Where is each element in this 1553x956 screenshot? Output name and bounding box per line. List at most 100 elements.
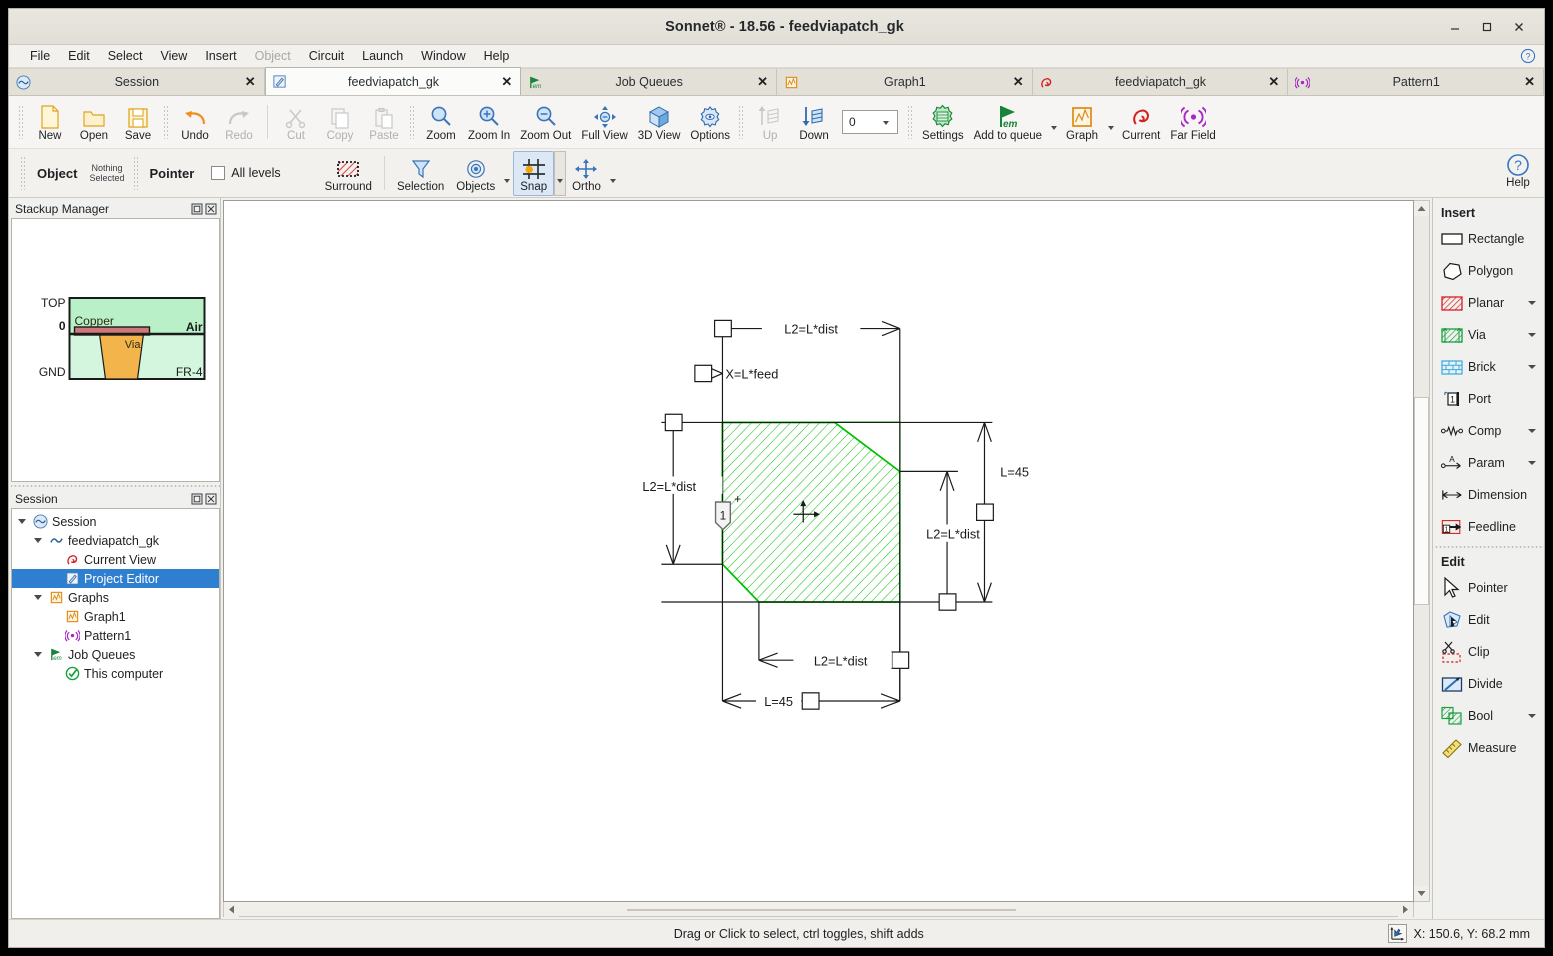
dimension-top-horizontal[interactable]: L2=L*dist (713, 319, 900, 338)
open-button[interactable]: Open (72, 98, 116, 147)
stackup-canvas[interactable]: TOP 0 GND Copper Air Via FR-4 (11, 218, 220, 482)
close-button[interactable] (1504, 14, 1534, 40)
tree-item-session[interactable]: Session (12, 512, 219, 531)
dock-splitter[interactable] (11, 482, 220, 490)
add-to-queue-button[interactable]: em Add to queue (969, 98, 1047, 147)
scroll-up-arrow[interactable] (1414, 201, 1429, 216)
checkbox-box[interactable] (211, 166, 226, 180)
ortho-split-button[interactable]: Ortho (566, 151, 619, 196)
canvas-horizontal-scrollbar[interactable] (223, 901, 1414, 917)
edit-bool[interactable]: Bool (1433, 700, 1544, 732)
menu-view[interactable]: View (151, 47, 196, 65)
insert-comp[interactable]: Comp (1433, 415, 1544, 447)
tab-close-icon[interactable]: ✕ (1266, 74, 1281, 90)
vertical-scroll-track[interactable] (1414, 216, 1429, 886)
zoom-button[interactable]: Zoom (419, 98, 463, 147)
insert-param[interactable]: A Param (1433, 447, 1544, 479)
tab-graph1[interactable]: Graph1 ✕ (777, 68, 1033, 95)
tab-close-icon[interactable]: ✕ (243, 74, 258, 90)
settings-button[interactable]: Settings (917, 98, 969, 147)
menu-file[interactable]: File (21, 47, 59, 65)
tab-session[interactable]: Session ✕ (9, 68, 265, 95)
insert-port[interactable]: 1 Port (1433, 383, 1544, 415)
canvas-vertical-scrollbar[interactable] (1414, 200, 1430, 902)
layout-canvas[interactable]: L2=L*dist X=L*feed L2=L*dist L2=L*dist L… (223, 200, 1414, 902)
tree-item-job-queues[interactable]: em Job Queues (12, 645, 219, 664)
snap-split-button[interactable]: Snap (513, 150, 567, 196)
dimension-bottom-inner-horizontal[interactable]: L2=L*dist (758, 651, 910, 669)
float-panel-icon[interactable] (190, 202, 204, 216)
chevron-down-icon[interactable] (1528, 461, 1536, 465)
graph-button[interactable]: Graph (1060, 98, 1104, 147)
edit-clip[interactable]: Clip (1433, 636, 1544, 668)
selection-button[interactable]: Selection (391, 151, 450, 196)
menu-circuit[interactable]: Circuit (300, 47, 353, 65)
toolbar-grip[interactable] (409, 105, 416, 139)
help-button[interactable]: ? Help (1506, 153, 1530, 189)
maximize-button[interactable] (1472, 14, 1502, 40)
scroll-left-arrow[interactable] (224, 901, 239, 917)
insert-planar[interactable]: Planar (1433, 287, 1544, 319)
dimension-right-outer-vertical[interactable]: L=45 (976, 422, 1042, 603)
help-circle-icon[interactable]: ? (1520, 48, 1536, 64)
scroll-right-arrow[interactable] (1398, 901, 1413, 917)
close-panel-icon[interactable] (204, 202, 218, 216)
insert-rectangle[interactable]: Rectangle (1433, 223, 1544, 255)
tree-item-current-view[interactable]: Current View (12, 550, 219, 569)
tab-close-icon[interactable]: ✕ (1011, 74, 1026, 90)
session-tree-container[interactable]: Session feedviapatch_gk Current View Pro… (11, 508, 220, 919)
scroll-down-arrow[interactable] (1414, 886, 1429, 901)
undo-button[interactable]: Undo (173, 98, 217, 147)
toolbar-grip[interactable] (738, 105, 746, 139)
insert-via[interactable]: Via (1433, 319, 1544, 351)
new-button[interactable]: New (28, 98, 72, 147)
tab-close-icon[interactable]: ✕ (755, 74, 770, 90)
menu-launch[interactable]: Launch (353, 47, 412, 65)
options-button[interactable]: Options (685, 98, 735, 147)
snap-button[interactable]: Snap (513, 150, 555, 196)
tab-close-icon[interactable]: ✕ (1522, 74, 1537, 90)
toolbar-grip[interactable] (163, 105, 170, 139)
level-select[interactable]: 0 (842, 110, 899, 134)
dimension-bottom-outer-horizontal[interactable]: L=45 (722, 692, 900, 710)
zoom-out-button[interactable]: Zoom Out (515, 98, 576, 147)
graph-dropdown[interactable] (1104, 98, 1117, 147)
tab-pattern1[interactable]: Pattern1 ✕ (1288, 68, 1545, 95)
toolbar-grip[interactable] (132, 156, 140, 190)
horizontal-scroll-thumb[interactable] (627, 909, 1016, 911)
tree-item-graphs[interactable]: Graphs (12, 588, 219, 607)
chevron-down-icon[interactable] (1528, 429, 1536, 433)
insert-brick[interactable]: Brick (1433, 351, 1544, 383)
toolbar-grip[interactable] (20, 156, 27, 190)
axis-pointer-icon[interactable] (1388, 924, 1408, 943)
menu-insert[interactable]: Insert (196, 47, 245, 65)
right-dock-splitter[interactable] (1433, 543, 1544, 551)
vertical-scroll-thumb[interactable] (1414, 396, 1429, 605)
all-levels-checkbox[interactable]: All levels (201, 166, 290, 180)
surround-button[interactable]: Surround (319, 151, 378, 196)
expand-twisty-icon[interactable] (32, 535, 44, 547)
full-view-button[interactable]: Full View (576, 98, 632, 147)
edit-divide[interactable]: Divide (1433, 668, 1544, 700)
objects-dropdown[interactable] (501, 151, 513, 196)
chevron-down-icon[interactable] (1528, 333, 1536, 337)
tree-item-pattern1[interactable]: Pattern1 (12, 626, 219, 645)
menu-edit[interactable]: Edit (59, 47, 99, 65)
save-button[interactable]: Save (116, 98, 160, 147)
edit-edit[interactable]: Edit (1433, 604, 1544, 636)
expand-twisty-icon[interactable] (16, 516, 28, 528)
far-field-button[interactable]: Far Field (1165, 98, 1220, 147)
tab-job-queues[interactable]: em Job Queues ✕ (521, 68, 778, 95)
snap-dropdown[interactable] (554, 150, 567, 196)
ortho-button[interactable]: Ortho (566, 151, 607, 196)
edit-pointer[interactable]: Pointer (1433, 572, 1544, 604)
tab-feedviapatch-gk-current[interactable]: feedviapatch_gk ✕ (1032, 68, 1289, 95)
chevron-down-icon[interactable] (1528, 714, 1536, 718)
tree-item-project-editor[interactable]: Project Editor (12, 569, 219, 588)
insert-feedline[interactable]: 1 Feedline (1433, 511, 1544, 543)
edit-measure[interactable]: Measure (1433, 732, 1544, 764)
toolbar-grip[interactable] (907, 105, 915, 139)
tree-item-graph1[interactable]: Graph1 (12, 607, 219, 626)
add-to-queue-dropdown[interactable] (1047, 98, 1060, 147)
down-button[interactable]: Down (792, 98, 836, 147)
